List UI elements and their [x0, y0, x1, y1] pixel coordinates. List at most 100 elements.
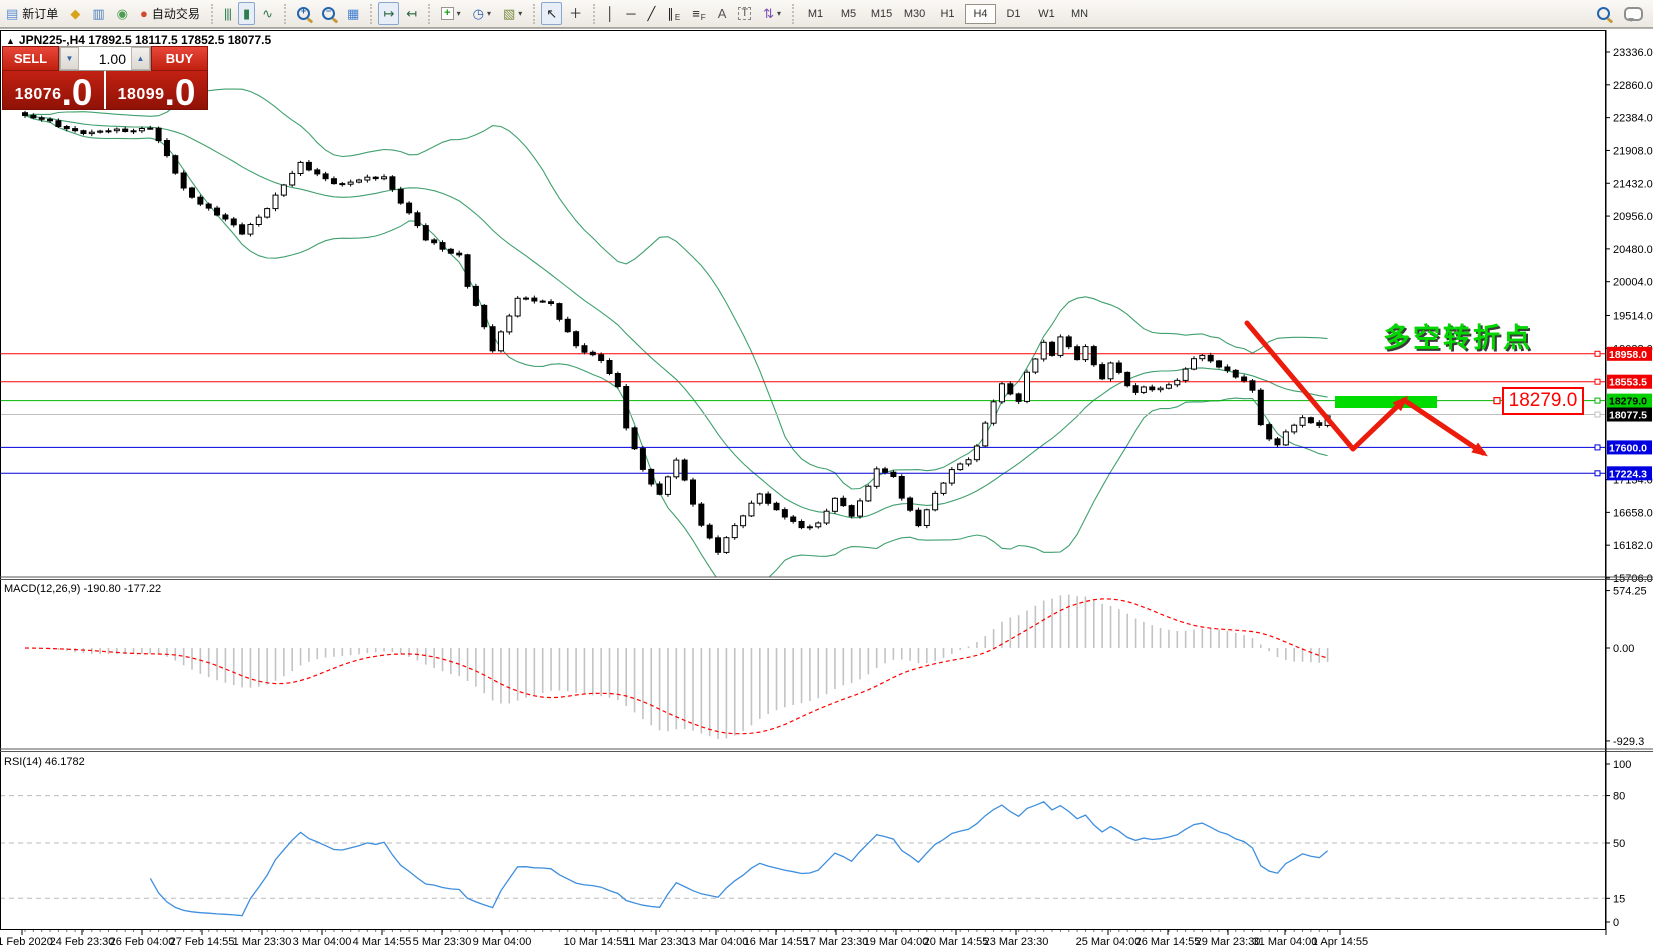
fibonacci-button-icon: ≡	[692, 7, 700, 20]
timeframe-w1[interactable]: W1	[1031, 4, 1062, 24]
svg-text:9 Mar 04:00: 9 Mar 04:00	[473, 936, 532, 948]
svg-text:100: 100	[1613, 759, 1631, 771]
indicators-button[interactable]: +▾	[436, 2, 465, 25]
rsi-pane	[0, 796, 1606, 916]
svg-text:-929.3: -929.3	[1613, 736, 1644, 748]
svg-text:18958.0: 18958.0	[1609, 349, 1647, 361]
timeframe-h1[interactable]: H1	[932, 4, 963, 24]
new-order-button[interactable]: ▤新订单	[1, 2, 63, 25]
chart-canvas[interactable]: 23336.022860.022384.021908.021432.020956…	[0, 0, 1653, 950]
mt4-window: ▤新订单◆▥◉●自动交易|||▮∿+−▦↦↤+▾◷▾▧▾↖＋│─╱∥E≡FAT⇅…	[0, 0, 1653, 950]
green-zone-rectangle[interactable]	[1335, 396, 1437, 408]
svg-text:22860.0: 22860.0	[1613, 80, 1653, 92]
timeframe-mn[interactable]: MN	[1064, 4, 1095, 24]
timeframe-m15[interactable]: M15	[866, 4, 897, 24]
toolbar-separator	[370, 4, 372, 24]
svg-text:22384.0: 22384.0	[1613, 113, 1653, 125]
symbol-ohlc-info: ▲JPN225-,H4 17892.5 18117.5 17852.5 1807…	[6, 33, 271, 47]
svg-text:21908.0: 21908.0	[1613, 145, 1653, 157]
line-chart-button-icon: ∿	[262, 7, 273, 20]
sell-price[interactable]: 18076.0	[3, 71, 104, 109]
toolbar: ▤新订单◆▥◉●自动交易|||▮∿+−▦↦↤+▾◷▾▧▾↖＋│─╱∥E≡FAT⇅…	[0, 0, 1653, 28]
search-icon[interactable]	[1597, 7, 1610, 20]
cursor-button-icon: ↖	[546, 7, 557, 20]
timeframe-m1[interactable]: M1	[800, 4, 831, 24]
svg-text:5 Mar 23:30: 5 Mar 23:30	[413, 936, 472, 948]
market-watch-icon[interactable]: ◆	[65, 2, 85, 25]
text-label-button[interactable]: T	[733, 2, 756, 25]
dropdown-caret-icon[interactable]: ▾	[777, 9, 781, 18]
zoom-out-button[interactable]: −	[317, 2, 340, 25]
one-click-trading-panel: SELL ▼ 1.00 ▲ BUY 18076.0 18099.0	[2, 46, 208, 110]
text-button[interactable]: A	[713, 2, 732, 25]
cursor-button[interactable]: ↖	[541, 2, 562, 25]
buy-button[interactable]: BUY	[151, 46, 208, 71]
trendline-button[interactable]: ╱	[643, 2, 661, 25]
dropdown-caret-icon[interactable]: ▾	[487, 9, 491, 18]
volume-stepper: ▼ 1.00 ▲	[59, 46, 151, 71]
equidistant-channel-button[interactable]: ∥E	[662, 2, 685, 25]
horizontal-levels	[0, 351, 1606, 476]
data-window-icon[interactable]: ▥	[87, 2, 109, 25]
dropdown-caret-icon[interactable]: ▾	[518, 9, 522, 18]
timeframe-m30[interactable]: M30	[899, 4, 930, 24]
arrows-button[interactable]: ⇅▾	[758, 2, 786, 25]
collapse-icon[interactable]: ▲	[6, 36, 15, 46]
svg-text:80: 80	[1613, 791, 1625, 803]
svg-text:20956.0: 20956.0	[1613, 211, 1653, 223]
buy-price-frac: .0	[165, 78, 196, 108]
volume-decrease-button[interactable]: ▼	[60, 47, 79, 70]
svg-text:27 Feb 14:55: 27 Feb 14:55	[170, 936, 235, 948]
trendline-button-icon: ╱	[648, 7, 656, 20]
macd-pane	[25, 595, 1328, 739]
rsi-label: RSI(14) 46.1782	[4, 756, 85, 768]
indicators-button-icon: +	[441, 7, 453, 20]
price-callout-18279[interactable]: 18279.0	[1502, 387, 1584, 415]
periods-button-icon: ◷	[473, 7, 484, 20]
vertical-line-button[interactable]: │	[601, 2, 619, 25]
auto-scroll-button[interactable]: ↦	[378, 2, 399, 25]
dropdown-caret-icon[interactable]: ▾	[457, 9, 461, 18]
bar-chart-button-icon: |||	[224, 7, 231, 20]
chat-icon[interactable]	[1624, 7, 1643, 21]
autotrading-button-icon: ●	[140, 7, 148, 20]
bar-chart-button[interactable]: |||	[219, 2, 236, 25]
zoom-in-button[interactable]: +	[292, 2, 315, 25]
fibonacci-button[interactable]: ≡F	[687, 2, 710, 25]
timeframe-m5[interactable]: M5	[833, 4, 864, 24]
svg-text:1 Mar 23:30: 1 Mar 23:30	[233, 936, 292, 948]
svg-text:16182.0: 16182.0	[1613, 540, 1653, 552]
sell-button[interactable]: SELL	[2, 46, 59, 71]
buy-price[interactable]: 18099.0	[106, 71, 207, 109]
market-watch-icon-icon: ◆	[70, 7, 80, 20]
svg-text:24 Feb 23:30: 24 Feb 23:30	[50, 936, 115, 948]
bull-bear-turning-point-note[interactable]: 多空转折点	[1383, 316, 1533, 355]
svg-text:15: 15	[1613, 893, 1625, 905]
svg-text:17 Mar 23:30: 17 Mar 23:30	[804, 936, 869, 948]
volume-value[interactable]: 1.00	[79, 51, 131, 67]
timeframe-d1[interactable]: D1	[998, 4, 1029, 24]
autotrading-button[interactable]: ●自动交易	[135, 2, 205, 25]
svg-text:23336.0: 23336.0	[1613, 47, 1653, 59]
line-chart-button[interactable]: ∿	[257, 2, 278, 25]
navigator-icon[interactable]: ◉	[112, 2, 133, 25]
crosshair-button[interactable]: ＋	[564, 2, 587, 25]
toolbar-separator	[792, 4, 794, 24]
svg-text:17600.0: 17600.0	[1609, 442, 1647, 454]
toolbar-separator	[428, 4, 430, 24]
periods-button[interactable]: ◷▾	[468, 2, 496, 25]
svg-text:0.00: 0.00	[1613, 643, 1634, 655]
svg-text:17224.3: 17224.3	[1609, 468, 1647, 480]
data-window-icon-icon: ▥	[92, 7, 104, 20]
zoom-in-button-icon: +	[297, 7, 310, 20]
sell-price-frac: .0	[62, 78, 93, 108]
chart-shift-button[interactable]: ↤	[401, 2, 422, 25]
tile-windows-button[interactable]: ▦	[342, 2, 364, 25]
timeframe-h4[interactable]: H4	[965, 4, 996, 24]
horizontal-line-button[interactable]: ─	[621, 2, 640, 25]
candlestick-chart-button[interactable]: ▮	[238, 2, 255, 25]
tile-windows-button-icon: ▦	[347, 7, 359, 20]
volume-increase-button[interactable]: ▲	[131, 47, 150, 70]
templates-button[interactable]: ▧▾	[498, 2, 527, 25]
svg-text:20004.0: 20004.0	[1613, 277, 1653, 289]
